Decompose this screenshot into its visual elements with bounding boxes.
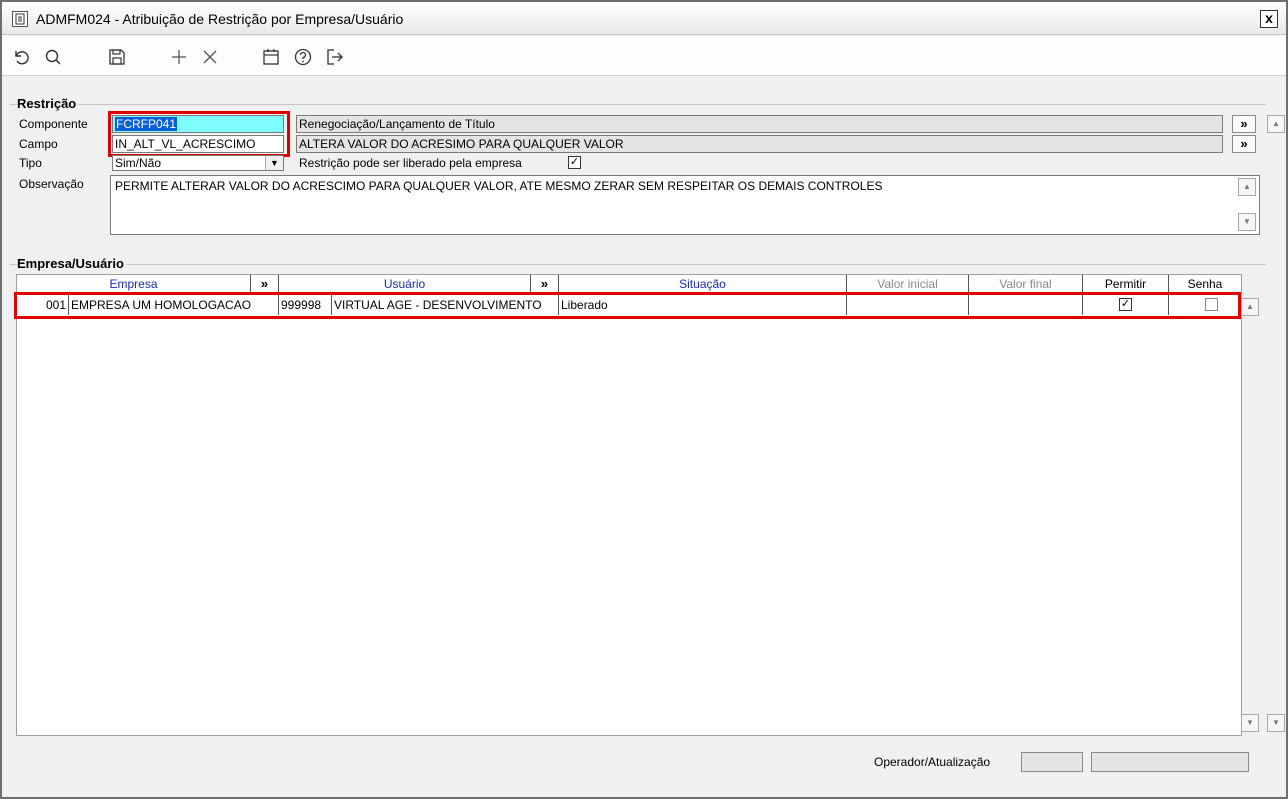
componente-code-value: FCRFP041 [115,117,178,131]
col-header-valor-final[interactable]: Valor final [969,275,1083,293]
liberado-label: Restrição pode ser liberado pela empresa [299,156,522,170]
operador-label: Operador/Atualização [874,755,991,769]
componente-desc-value: Renegociação/Lançamento de Título [299,117,495,131]
observacao-textarea[interactable]: PERMITE ALTERAR VALOR DO ACRESCIMO PARA … [110,175,1260,235]
search-button[interactable] [42,46,64,68]
col-header-empresa[interactable]: Empresa [17,275,251,293]
empresa-name-cell[interactable]: EMPRESA UM HOMOLOGACAO [69,295,279,315]
empresa-usuario-group-line [10,264,1266,265]
grid-scroll-up[interactable]: ▲ [1241,298,1259,316]
document-icon [12,11,28,27]
delete-icon [203,50,217,64]
usuario-name-cell[interactable]: VIRTUAL AGE - DESENVOLVIMENTO [332,295,559,315]
double-chevron-right-icon: » [1240,136,1248,151]
componente-desc-field: Renegociação/Lançamento de Título [296,115,1223,133]
tipo-label: Tipo [19,156,42,170]
tipo-select[interactable]: Sim/Não ▼ [112,155,284,171]
observacao-label: Observação [19,177,84,191]
senha-checkbox[interactable] [1205,298,1218,311]
col-header-empresa-lookup[interactable]: » [251,275,279,293]
campo-lookup-button[interactable]: » [1232,135,1256,153]
col-header-usuario[interactable]: Usuário [279,275,531,293]
operador-field [1021,752,1083,772]
campo-code-value: IN_ALT_VL_ACRESCIMO [115,137,256,151]
checkmark-icon: ✓ [1120,298,1131,310]
tipo-value: Sim/Não [115,156,162,170]
save-button[interactable] [106,46,128,68]
grid-scroll-down[interactable]: ▼ [1241,714,1259,732]
delete-button[interactable] [199,46,221,68]
valor-final-cell[interactable] [969,295,1083,315]
grid-header: Empresa » Usuário » Situação Valor inici… [17,275,1241,293]
col-header-valor-inicial[interactable]: Valor inicial [847,275,969,293]
componente-label: Componente [19,117,88,131]
empresa-usuario-group-label: Empresa/Usuário [17,256,126,271]
search-icon [45,49,61,65]
add-button[interactable] [168,46,190,68]
campo-desc-field: ALTERA VALOR DO ACRESIMO PARA QUALQUER V… [296,135,1223,153]
col-header-senha[interactable]: Senha [1169,275,1241,293]
empresa-usuario-grid: Empresa » Usuário » Situação Valor inici… [16,274,1242,736]
save-icon [109,49,125,65]
dropdown-arrow-icon[interactable]: ▼ [265,156,283,170]
campo-code-field[interactable]: IN_ALT_VL_ACRESCIMO [112,135,284,153]
form-scroll-down[interactable]: ▼ [1267,714,1285,732]
main-window: ADMFM024 - Atribuição de Restrição por E… [0,0,1288,799]
calendar-button[interactable] [260,46,282,68]
close-icon: x [1265,10,1273,26]
observacao-value: PERMITE ALTERAR VALOR DO ACRESCIMO PARA … [115,179,883,193]
col-header-situacao[interactable]: Situação [559,275,847,293]
permitir-cell: ✓ [1083,295,1169,315]
add-icon [172,50,186,64]
title-bar: ADMFM024 - Atribuição de Restrição por E… [2,2,1286,35]
exit-icon [327,49,343,65]
checkmark-icon: ✓ [569,156,580,168]
form-scroll-up[interactable]: ▲ [1267,115,1285,133]
senha-cell [1169,295,1241,315]
situacao-cell[interactable]: Liberado [559,295,847,315]
col-header-permitir[interactable]: Permitir [1083,275,1169,293]
double-chevron-right-icon: » [1240,116,1248,131]
liberado-checkbox[interactable]: ✓ [568,156,581,169]
col-header-usuario-lookup[interactable]: » [531,275,559,293]
calendar-icon [263,49,279,65]
campo-label: Campo [19,137,58,151]
permitir-checkbox[interactable]: ✓ [1119,298,1132,311]
campo-desc-value: ALTERA VALOR DO ACRESIMO PARA QUALQUER V… [299,137,624,151]
window-title: ADMFM024 - Atribuição de Restrição por E… [36,11,404,27]
close-button[interactable]: x [1260,10,1278,28]
table-row[interactable]: 001 EMPRESA UM HOMOLOGACAO 999998 VIRTUA… [17,295,1241,315]
restricao-group-line [10,104,1266,105]
atualizacao-field [1091,752,1249,772]
componente-lookup-button[interactable]: » [1232,115,1256,133]
exit-button[interactable] [324,46,346,68]
restricao-group-label: Restrição [17,96,79,111]
undo-button[interactable] [10,46,32,68]
observacao-scroll-down[interactable]: ▼ [1238,213,1256,231]
toolbar [2,36,1286,76]
undo-icon [15,51,29,65]
valor-inicial-cell[interactable] [847,295,969,315]
usuario-code-cell[interactable]: 999998 [279,295,332,315]
componente-code-field[interactable]: FCRFP041 [112,115,284,133]
help-button[interactable] [292,46,314,68]
empresa-code-cell[interactable]: 001 [17,295,69,315]
help-icon [294,48,312,66]
observacao-scroll-up[interactable]: ▲ [1238,178,1256,196]
